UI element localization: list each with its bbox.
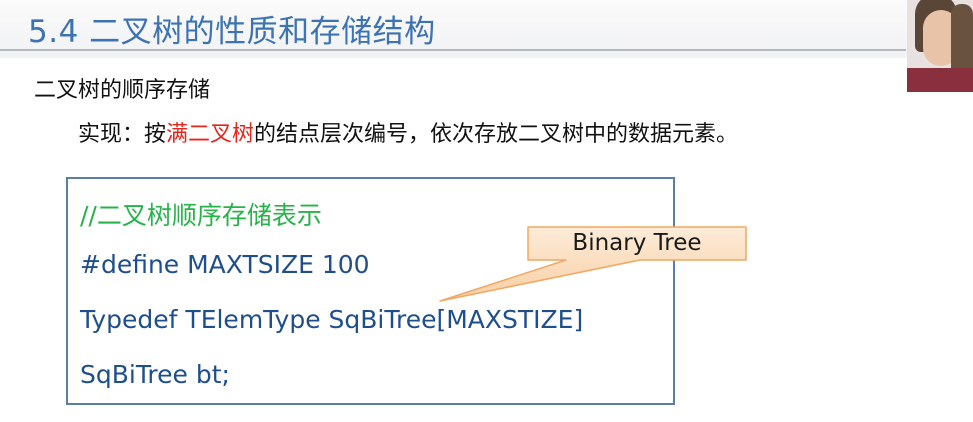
callout-label: Binary Tree bbox=[572, 230, 702, 256]
callout-shape bbox=[439, 226, 747, 302]
